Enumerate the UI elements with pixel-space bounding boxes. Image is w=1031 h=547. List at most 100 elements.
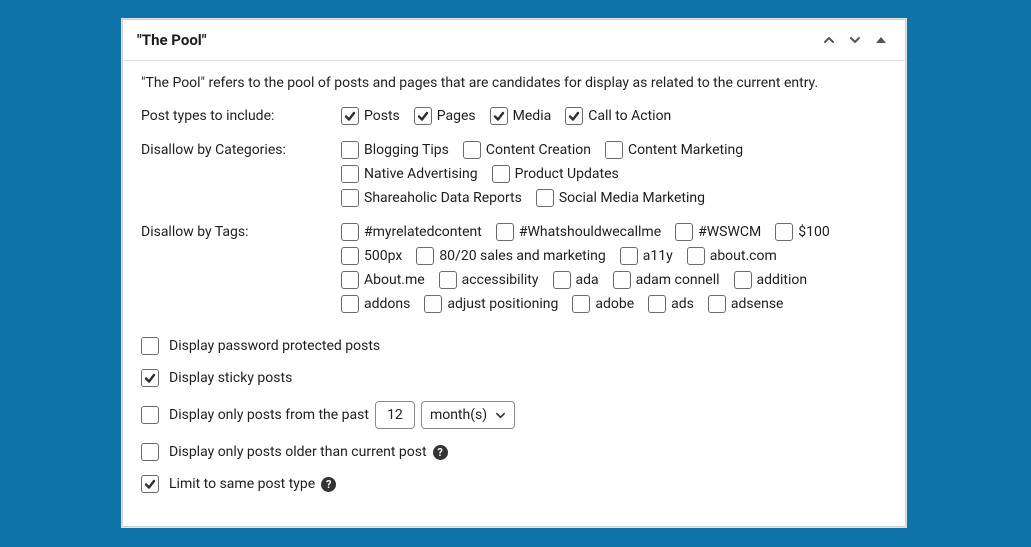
post-type-checkbox[interactable] <box>490 107 508 125</box>
panel-title: "The Pool" <box>137 31 813 49</box>
tag-checkbox[interactable] <box>553 271 571 289</box>
option-limit-label: Limit to same post type <box>169 476 315 492</box>
tag-checkbox[interactable] <box>648 295 666 313</box>
category-label: Social Media Marketing <box>559 190 705 206</box>
tag-item: #WSWCM <box>675 223 761 241</box>
post-type-checkbox[interactable] <box>565 107 583 125</box>
tag-checkbox[interactable] <box>613 271 631 289</box>
tag-checkbox[interactable] <box>341 295 359 313</box>
option-password: Display password protected posts <box>141 337 887 355</box>
tag-label: ads <box>671 296 694 312</box>
category-label: Product Updates <box>515 166 619 182</box>
toggle-up-icon[interactable] <box>871 30 891 50</box>
past-unit-label: month(s) <box>430 407 487 423</box>
tag-checkbox[interactable] <box>572 295 590 313</box>
checkbox-limit[interactable] <box>141 475 159 493</box>
category-item: Social Media Marketing <box>536 189 705 207</box>
collapse-up-icon[interactable] <box>819 30 839 50</box>
category-label: Content Marketing <box>628 142 743 158</box>
help-icon[interactable]: ? <box>321 477 336 492</box>
tag-checkbox[interactable] <box>341 247 359 265</box>
tag-item: $100 <box>775 223 829 241</box>
tag-label: 500px <box>364 248 402 264</box>
tag-checkbox[interactable] <box>775 223 793 241</box>
tag-checkbox[interactable] <box>708 295 726 313</box>
row-label-tags: Disallow by Tags: <box>141 223 341 240</box>
tag-checkbox[interactable] <box>341 271 359 289</box>
tag-item: adobe <box>572 295 634 313</box>
tag-checkbox[interactable] <box>416 247 434 265</box>
checkbox-sticky[interactable] <box>141 369 159 387</box>
tag-checkbox[interactable] <box>496 223 514 241</box>
tag-checkbox[interactable] <box>734 271 752 289</box>
post-type-item: Pages <box>414 107 476 125</box>
tag-checkbox[interactable] <box>439 271 457 289</box>
past-unit-select[interactable]: month(s) <box>421 401 515 429</box>
tag-item: addons <box>341 295 410 313</box>
row-content-categories: Blogging Tips Content Creation Content Mar… <box>341 141 887 209</box>
tag-item: about.com <box>687 247 777 265</box>
category-checkbox[interactable] <box>605 141 623 159</box>
checkbox-older[interactable] <box>141 443 159 461</box>
tag-item: accessibility <box>439 271 539 289</box>
tag-label: $100 <box>798 224 829 240</box>
panel-body: "The Pool" refers to the pool of posts a… <box>123 61 905 511</box>
option-password-label: Display password protected posts <box>169 338 380 354</box>
category-item: Content Marketing <box>605 141 743 159</box>
category-item: Native Advertising <box>341 165 478 183</box>
tag-checkbox[interactable] <box>687 247 705 265</box>
category-checkbox[interactable] <box>341 189 359 207</box>
tag-item: #Whatshouldwecallme <box>496 223 661 241</box>
category-checkbox[interactable] <box>492 165 510 183</box>
tag-label: addons <box>364 296 410 312</box>
category-checkbox[interactable] <box>463 141 481 159</box>
tag-label: accessibility <box>462 272 539 288</box>
row-content-tags: #myrelatedcontent #Whatshouldwecallme #WSW… <box>341 223 887 319</box>
option-older: Display only posts older than current po… <box>141 443 887 461</box>
category-checkbox[interactable] <box>341 165 359 183</box>
checkbox-past[interactable] <box>141 406 159 424</box>
tag-label: adsense <box>731 296 784 312</box>
category-checkbox[interactable] <box>536 189 554 207</box>
post-type-checkbox[interactable] <box>341 107 359 125</box>
post-type-label: Posts <box>364 108 400 124</box>
category-checkbox[interactable] <box>341 141 359 159</box>
settings-panel: "The Pool" "The Pool" refers to the pool… <box>122 19 906 527</box>
category-item: Blogging Tips <box>341 141 449 159</box>
checkbox-password[interactable] <box>141 337 159 355</box>
tag-label: #WSWCM <box>698 224 761 240</box>
past-value-input[interactable] <box>375 401 415 429</box>
tag-label: ada <box>576 272 599 288</box>
chevron-down-icon <box>495 410 506 421</box>
tag-label: adam connell <box>636 272 720 288</box>
post-type-item: Call to Action <box>565 107 671 125</box>
tag-item: adjust positioning <box>424 295 558 313</box>
post-type-label: Media <box>513 108 552 124</box>
tag-label: #myrelatedcontent <box>364 224 482 240</box>
row-label-categories: Disallow by Categories: <box>141 141 341 158</box>
tag-item: 80/20 sales and marketing <box>416 247 605 265</box>
tag-item: addition <box>734 271 808 289</box>
row-categories: Disallow by Categories: Blogging Tips Con… <box>141 141 887 209</box>
category-label: Native Advertising <box>364 166 478 182</box>
category-label: Content Creation <box>486 142 591 158</box>
post-type-checkbox[interactable] <box>414 107 432 125</box>
tag-label: 80/20 sales and marketing <box>439 248 605 264</box>
tag-checkbox[interactable] <box>675 223 693 241</box>
row-tags: Disallow by Tags: #myrelatedcontent #What… <box>141 223 887 319</box>
option-past: Display only posts from the past month(s… <box>141 401 887 429</box>
tag-checkbox[interactable] <box>620 247 638 265</box>
tag-item: About.me <box>341 271 425 289</box>
expand-down-icon[interactable] <box>845 30 865 50</box>
category-item: Shareaholic Data Reports <box>341 189 522 207</box>
tag-checkbox[interactable] <box>341 223 359 241</box>
category-item: Content Creation <box>463 141 591 159</box>
help-icon[interactable]: ? <box>433 445 448 460</box>
category-label: Blogging Tips <box>364 142 449 158</box>
tag-checkbox[interactable] <box>424 295 442 313</box>
panel-description: "The Pool" refers to the pool of posts a… <box>141 75 887 91</box>
tag-label: #Whatshouldwecallme <box>519 224 661 240</box>
row-label-post-types: Post types to include: <box>141 107 341 124</box>
option-older-label: Display only posts older than current po… <box>169 444 427 460</box>
tag-item: ada <box>553 271 599 289</box>
